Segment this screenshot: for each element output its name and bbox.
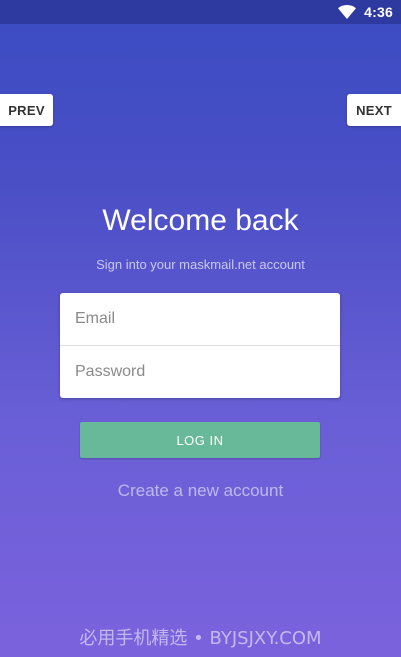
status-bar: 4:36: [0, 0, 401, 24]
login-screen: 4:36 PREV NEXT Welcome back Sign into yo…: [0, 0, 401, 657]
page-subtitle: Sign into your maskmail.net account: [96, 257, 305, 272]
next-button[interactable]: NEXT: [347, 94, 401, 126]
watermark-text: 必用手机精选 • BYJSJXY.COM: [79, 628, 322, 649]
status-time: 4:36: [364, 4, 393, 20]
create-account-link[interactable]: Create a new account: [0, 481, 401, 501]
login-button[interactable]: LOG IN: [80, 422, 320, 458]
wifi-icon: [338, 5, 356, 19]
password-field[interactable]: [60, 346, 340, 398]
login-form-card: [60, 293, 340, 398]
prev-button[interactable]: PREV: [0, 94, 53, 126]
page-title: Welcome back: [102, 204, 299, 237]
email-field[interactable]: [60, 293, 340, 345]
